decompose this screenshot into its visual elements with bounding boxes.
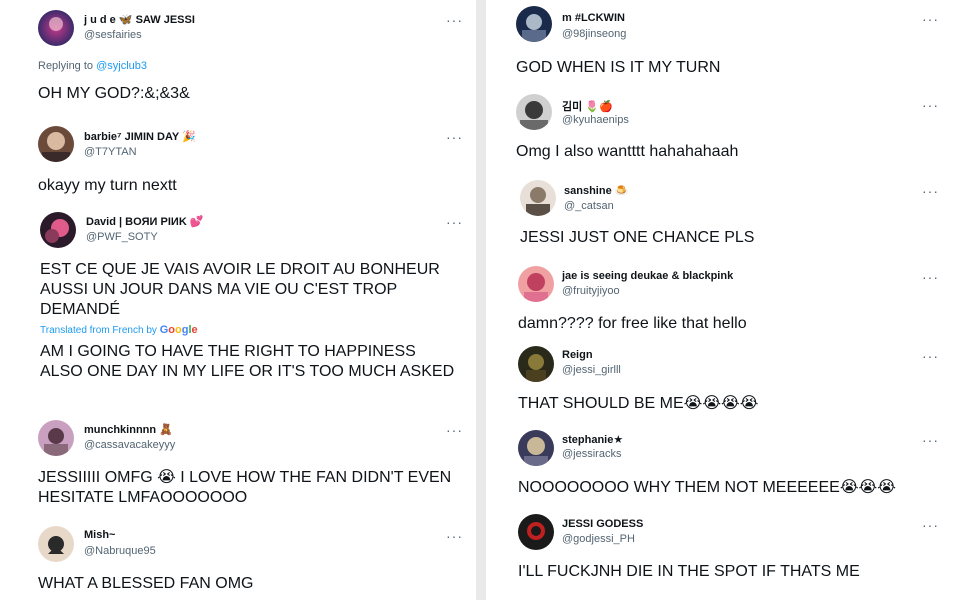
avatar[interactable] [516, 94, 552, 130]
tweet-text: OH MY GOD?:&;&3& [38, 85, 190, 102]
display-name[interactable]: m #LCKWIN [562, 12, 625, 24]
reply-mention-link[interactable]: @syjclub3 [96, 60, 147, 72]
more-options-icon[interactable]: ··· [922, 349, 939, 363]
more-options-icon[interactable]: ··· [446, 423, 463, 437]
display-name[interactable]: David | BOЯИ PIИK 💕 [86, 215, 204, 228]
user-handle[interactable]: @cassavacakeyyy [84, 439, 175, 451]
translation-credit[interactable]: Translated from French by Google [40, 324, 198, 336]
display-name[interactable]: jae is seeing deukae & blackpink [562, 270, 733, 282]
more-options-icon[interactable]: ··· [446, 130, 463, 144]
more-options-icon[interactable]: ··· [446, 529, 463, 543]
avatar[interactable] [520, 180, 556, 216]
display-name[interactable]: Reign [562, 349, 593, 361]
reply-tweet[interactable]: Reign @jessi_girlll ··· THAT SHOULD BE M… [486, 340, 960, 424]
display-name[interactable]: JESSI GODESS [562, 518, 643, 530]
user-handle[interactable]: @Nabruque95 [84, 545, 156, 557]
reply-tweet[interactable]: Mish~ @Nabruque95 ··· WHAT A BLESSED FAN… [0, 516, 476, 600]
avatar[interactable] [518, 430, 554, 466]
more-options-icon[interactable]: ··· [922, 518, 939, 532]
display-name[interactable]: 김미 🌷🍎 [562, 98, 613, 114]
more-options-icon[interactable]: ··· [922, 184, 939, 198]
tweet-text: damn???? for free like that hello [518, 315, 747, 332]
display-name[interactable]: stephanie★ [562, 433, 623, 446]
user-handle[interactable]: @godjessi_PH [562, 533, 635, 545]
avatar[interactable] [38, 10, 74, 46]
display-name[interactable]: sanshine 🍮 [564, 184, 628, 197]
left-reply-panel: j u d e 🦋 SAW JESSI @sesfairies ··· Repl… [0, 0, 476, 600]
reply-tweet[interactable]: sanshine 🍮 @_catsan ··· JESSI JUST ONE C… [486, 174, 960, 260]
reply-tweet[interactable]: 김미 🌷🍎 @kyuhaenips ··· Omg I also wantttt… [486, 88, 960, 174]
reply-tweet[interactable]: j u d e 🦋 SAW JESSI @sesfairies ··· Repl… [0, 0, 476, 112]
tweet-text: EST CE QUE JE VAIS AVOIR LE DROIT AU BON… [40, 261, 440, 318]
avatar[interactable] [516, 6, 552, 42]
more-options-icon[interactable]: ··· [922, 270, 939, 284]
user-handle[interactable]: @PWF_SOTY [86, 231, 158, 243]
reply-tweet[interactable]: JESSI GODESS @godjessi_PH ··· I'LL FUCKJ… [486, 510, 960, 600]
replying-to-line: Replying to @syjclub3 [38, 60, 147, 72]
reply-tweet[interactable]: jae is seeing deukae & blackpink @fruity… [486, 260, 960, 340]
display-name[interactable]: barbie⁷ JIMIN DAY 🎉 [84, 130, 196, 143]
replying-to-label: Replying to [38, 60, 94, 72]
google-logo: Google [159, 324, 198, 336]
user-handle[interactable]: @98jinseong [562, 28, 626, 40]
right-reply-panel: m #LCKWIN @98jinseong ··· GOD WHEN IS IT… [486, 0, 960, 600]
translated-text: AM I GOING TO HAVE THE RIGHT TO HAPPINES… [40, 343, 455, 380]
user-handle[interactable]: @T7YTAN [84, 146, 137, 158]
more-options-icon[interactable]: ··· [922, 98, 939, 112]
reply-tweet[interactable]: munchkinnnn 🧸 @cassavacakeyyy ··· JESSII… [0, 412, 476, 516]
tweet-text: JESSI JUST ONE CHANCE PLS [520, 229, 755, 246]
avatar[interactable] [518, 346, 554, 382]
user-handle[interactable]: @jessiracks [562, 448, 621, 460]
user-handle[interactable]: @kyuhaenips [562, 114, 629, 126]
avatar[interactable] [38, 420, 74, 456]
avatar[interactable] [518, 514, 554, 550]
avatar[interactable] [40, 212, 76, 248]
translated-from-label: Translated from French by [40, 325, 157, 336]
user-handle[interactable]: @_catsan [564, 200, 614, 212]
reply-tweet[interactable]: m #LCKWIN @98jinseong ··· GOD WHEN IS IT… [486, 0, 960, 88]
user-handle[interactable]: @jessi_girlll [562, 364, 621, 376]
tweet-text: GOD WHEN IS IT MY TURN [516, 59, 721, 76]
avatar[interactable] [518, 266, 554, 302]
display-name[interactable]: Mish~ [84, 529, 115, 541]
more-options-icon[interactable]: ··· [922, 433, 939, 447]
tweet-text: JESSIIIII OMFG 😭 I LOVE HOW THE FAN DIDN… [38, 469, 452, 506]
user-handle[interactable]: @sesfairies [84, 29, 142, 41]
tweet-text: WHAT A BLESSED FAN OMG [38, 575, 254, 592]
tweet-text: Omg I also wantttt hahahahaah [516, 143, 739, 160]
tweet-text: THAT SHOULD BE ME😭😭😭😭 [518, 395, 759, 412]
tweet-text: NOOOOOOOO WHY THEM NOT MEEEEEE😭😭😭 [518, 479, 896, 496]
reply-tweet[interactable]: barbie⁷ JIMIN DAY 🎉 @T7YTAN ··· okayy my… [0, 112, 476, 206]
avatar[interactable] [38, 126, 74, 162]
reply-tweet[interactable]: David | BOЯИ PIИK 💕 @PWF_SOTY ··· EST CE… [0, 206, 476, 412]
display-name[interactable]: munchkinnnn 🧸 [84, 423, 173, 436]
tweet-text: okayy my turn nextt [38, 177, 177, 194]
avatar[interactable] [38, 526, 74, 562]
tweet-text: I'LL FUCKJNH DIE IN THE SPOT IF THATS ME [518, 563, 860, 580]
user-handle[interactable]: @fruityjiyoo [562, 285, 620, 297]
display-name[interactable]: j u d e 🦋 SAW JESSI [84, 13, 195, 26]
more-options-icon[interactable]: ··· [446, 13, 463, 27]
more-options-icon[interactable]: ··· [446, 215, 463, 229]
reply-tweet[interactable]: stephanie★ @jessiracks ··· NOOOOOOOO WHY… [486, 424, 960, 510]
more-options-icon[interactable]: ··· [922, 12, 939, 26]
